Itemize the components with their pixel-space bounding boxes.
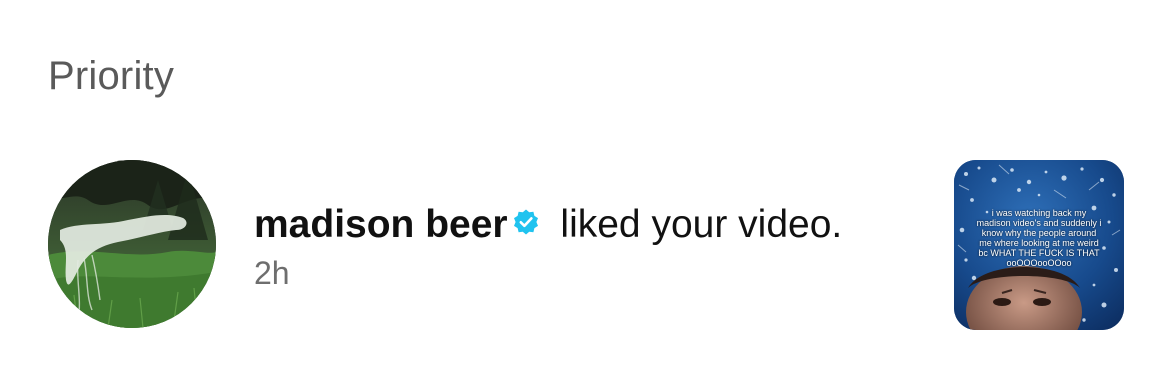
section-title: Priority <box>48 54 175 98</box>
notification-line: madison beer liked your video. <box>254 202 914 248</box>
video-thumbnail[interactable]: i was watching back my madison video's a… <box>954 160 1124 330</box>
notification-text: madison beer liked your video. 2h <box>254 202 914 292</box>
thumbnail-caption: i was watching back my madison video's a… <box>976 208 1102 268</box>
username-link[interactable]: madison beer <box>254 203 508 246</box>
profile-avatar[interactable] <box>48 160 216 328</box>
timestamp: 2h <box>254 255 290 291</box>
notification-row[interactable]: madison beer liked your video. 2h i was … <box>0 150 1170 340</box>
verified-badge-icon <box>512 208 540 236</box>
notification-action: liked your video. <box>549 203 843 246</box>
